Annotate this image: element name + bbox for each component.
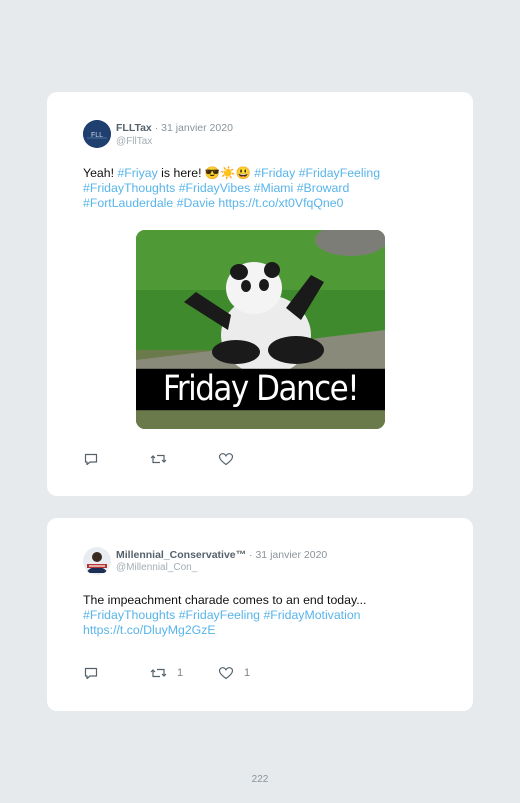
display-name[interactable]: Millennial_Conservative™ (116, 549, 246, 561)
retweet-icon (150, 668, 167, 678)
like-button[interactable]: 1 (218, 665, 250, 681)
tweet-actions: 1 1 (83, 665, 283, 681)
tweet-text-plain: The impeachment charade comes to an end … (83, 593, 367, 607)
display-name[interactable]: FLLTax (116, 122, 152, 134)
reply-button[interactable] (83, 451, 109, 467)
avatar-photo-icon (83, 547, 111, 575)
tweet-actions (83, 451, 283, 467)
reply-icon (84, 453, 98, 466)
tweet-media-gif[interactable]: Friday Dance! (136, 230, 385, 429)
tweet-date[interactable]: · 31 janvier 2020 (152, 122, 233, 134)
avatar[interactable]: FLL (83, 120, 111, 148)
heart-icon (218, 453, 234, 466)
retweet-button[interactable] (150, 451, 177, 467)
heart-icon (218, 667, 234, 680)
like-count: 1 (244, 667, 251, 679)
svg-text:FLL: FLL (91, 132, 103, 139)
tweet-card[interactable]: Millennial_Conservative™ · 31 janvier 20… (47, 518, 473, 711)
tweet-text: The impeachment charade comes to an end … (83, 593, 423, 639)
page-number: 222 (251, 774, 269, 785)
tweet-date[interactable]: · 31 janvier 2020 (246, 549, 327, 561)
retweet-button[interactable]: 1 (150, 665, 183, 681)
user-handle[interactable]: @FllTax (116, 136, 152, 147)
tweet-text-plain: is here! 😎☀️😃 (157, 166, 255, 180)
hashtag-links[interactable]: #FridayThoughts #FridayFeeling #FridayMo… (83, 608, 361, 637)
reply-icon (84, 667, 98, 680)
tweet-text: Yeah! #Friyay is here! 😎☀️😃 #Friday #Fri… (83, 166, 423, 212)
tweet-card[interactable]: FLL FLLTax · 31 janvier 2020 @FllTax Yea… (47, 92, 473, 496)
tweet-header: Millennial_Conservative™ · 31 janvier 20… (116, 549, 327, 561)
hashtag-link[interactable]: #Friyay (117, 166, 157, 180)
like-button[interactable] (218, 451, 244, 467)
user-handle[interactable]: @Millennial_Con_ (116, 562, 197, 573)
tweet-header: FLLTax · 31 janvier 2020 (116, 122, 233, 134)
avatar[interactable] (83, 547, 111, 575)
reply-button[interactable] (83, 665, 109, 681)
media-caption: Friday Dance! (136, 368, 385, 411)
retweet-count: 1 (177, 667, 184, 679)
retweet-icon (150, 454, 167, 464)
tweet-text-plain: Yeah! (83, 166, 118, 180)
avatar-logo-icon: FLL (83, 120, 111, 148)
